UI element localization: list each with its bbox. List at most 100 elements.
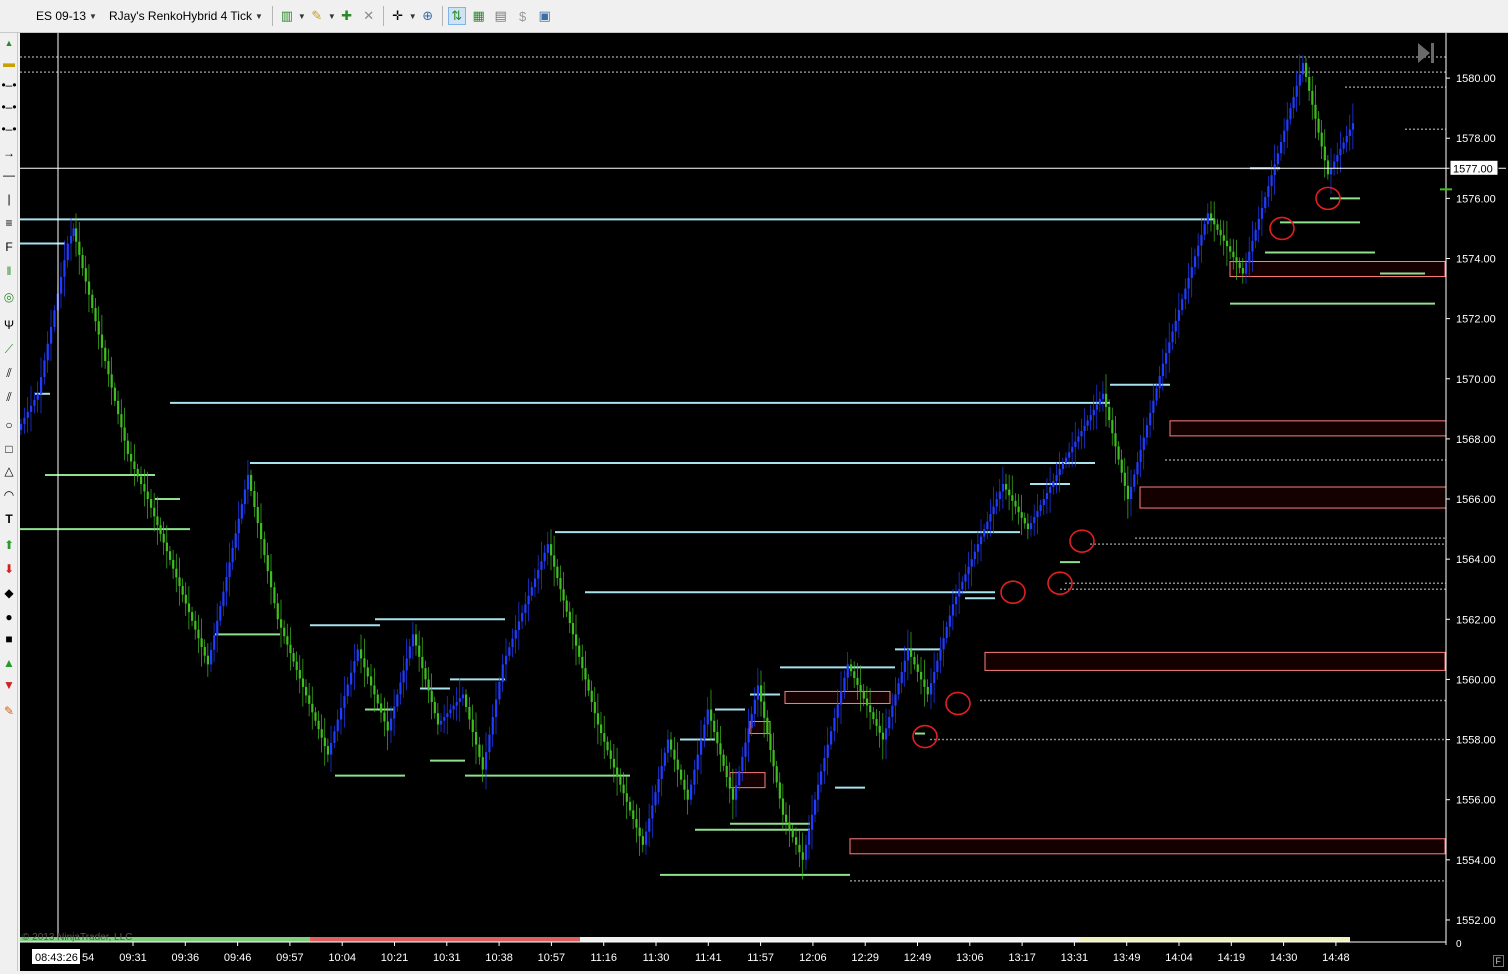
- pencil-icon[interactable]: ✎: [308, 7, 326, 25]
- renko-down-bar: [616, 767, 619, 777]
- renko-up-bar: [243, 489, 247, 505]
- renko-up-bar: [939, 649, 942, 661]
- renko-up-bar: [1197, 245, 1200, 257]
- renko-up-bar: [485, 752, 488, 770]
- renko-up-bar: [980, 536, 983, 545]
- rectangle-icon[interactable]: □: [0, 439, 18, 459]
- renko-up-bar: [350, 672, 353, 685]
- dot-icon[interactable]: ●: [0, 607, 18, 627]
- triangle-icon[interactable]: △: [0, 461, 18, 481]
- remove-indicator-icon[interactable]: ✕: [360, 7, 378, 25]
- price-chart[interactable]: 1580.00 1578.00 1576.00 1574.00 1572.00 1570.…: [20, 33, 1508, 971]
- renko-down-bar: [197, 629, 200, 639]
- renko-down-bar: [110, 374, 113, 388]
- gann-fan-icon[interactable]: ⟋: [0, 339, 18, 359]
- renko-up-bar: [1351, 123, 1355, 130]
- andrews-pitchfork-icon[interactable]: Ψ: [0, 315, 18, 335]
- renko-down-bar: [612, 758, 616, 768]
- renko-up-bar: [986, 521, 989, 530]
- renko-down-bar: [100, 334, 104, 348]
- renko-up-bar: [1339, 148, 1342, 156]
- ruler-icon[interactable]: ▬: [0, 53, 18, 73]
- renko-up-bar: [495, 699, 498, 718]
- text-icon[interactable]: T: [0, 509, 18, 529]
- crosshair-icon[interactable]: ✛: [389, 7, 407, 25]
- trend-channel-icon[interactable]: ⫽: [0, 387, 18, 407]
- diamond-icon[interactable]: ◆: [0, 583, 18, 603]
- triangle-down-icon[interactable]: ▼: [0, 675, 18, 695]
- window-icon[interactable]: ▣: [536, 7, 554, 25]
- renko-up-bar: [903, 660, 906, 672]
- regression-channel-icon[interactable]: ⫽: [0, 363, 18, 383]
- zoom-icon[interactable]: ⊕: [419, 7, 437, 25]
- y-tick-label: 1564.00: [1456, 554, 1496, 566]
- arrow-down-icon[interactable]: ⬇: [0, 559, 18, 579]
- renko-down-bar: [869, 705, 872, 713]
- chart-trader-icon[interactable]: ⇅: [447, 7, 466, 25]
- risk-reward-icon[interactable]: •–•: [0, 75, 18, 95]
- ellipse-icon[interactable]: ○: [0, 415, 18, 435]
- renko-up-bar: [1058, 468, 1061, 475]
- renko-down-bar: [370, 676, 373, 686]
- square-icon[interactable]: ■: [0, 629, 18, 649]
- renko-up-bar: [1286, 119, 1289, 131]
- chart-style-icon[interactable]: ▥: [278, 7, 296, 25]
- ray-icon[interactable]: •–•: [0, 119, 18, 139]
- scroll-up-icon[interactable]: ▲: [0, 33, 18, 53]
- renko-up-bar: [488, 734, 491, 753]
- renko-down-bar: [673, 749, 676, 760]
- renko-down-bar: [156, 516, 159, 526]
- triangle-up-icon[interactable]: ▲: [0, 653, 18, 673]
- renko-down-bar: [1305, 63, 1308, 77]
- renko-down-bar: [250, 474, 253, 492]
- dollar-icon[interactable]: $: [514, 7, 532, 25]
- renko-up-bar: [738, 771, 741, 786]
- renko-up-bar: [452, 705, 455, 710]
- instrument-selector[interactable]: ES 09-13 ▼: [30, 4, 103, 28]
- fibonacci-circle-icon[interactable]: ◎: [0, 287, 18, 307]
- renko-down-bar: [153, 507, 156, 517]
- arc-icon[interactable]: ◠: [0, 485, 18, 505]
- bar-type-selector[interactable]: RJay's RenkoHybrid 4 Tick ▼: [103, 4, 269, 28]
- renko-down-bar: [1026, 523, 1030, 530]
- renko-down-bar: [311, 703, 314, 713]
- y-tick-label: 1556.00: [1456, 795, 1496, 807]
- chevron-down-icon[interactable]: ▼: [409, 12, 417, 21]
- scroll-to-end-icon[interactable]: [1418, 43, 1430, 63]
- fibonacci-extension-icon[interactable]: F: [0, 237, 18, 257]
- renko-up-bar: [1200, 234, 1203, 246]
- renko-up-bar: [900, 671, 903, 684]
- dotted-levels: [20, 56, 1446, 882]
- horizontal-line-icon[interactable]: —: [0, 165, 18, 185]
- renko-up-bar: [1251, 240, 1254, 252]
- renko-up-bar: [501, 664, 504, 682]
- renko-up-bar: [1077, 436, 1080, 442]
- strategy-icon[interactable]: ▦: [470, 7, 488, 25]
- renko-up-bar: [1142, 437, 1145, 450]
- fibonacci-time-icon[interactable]: ‖: [0, 261, 18, 281]
- toolbar-separator: [271, 6, 273, 26]
- renko-up-bar: [1071, 446, 1074, 453]
- fibonacci-retracement-icon[interactable]: ≡: [0, 213, 18, 233]
- chevron-down-icon[interactable]: ▼: [298, 12, 306, 21]
- arrow-line-icon[interactable]: →: [0, 143, 18, 163]
- renko-up-bar: [508, 647, 511, 656]
- x-tick-label: 09:46: [224, 952, 252, 964]
- renko-down-bar: [584, 668, 587, 680]
- renko-up-bar: [1193, 256, 1197, 268]
- chevron-down-icon[interactable]: ▼: [328, 12, 336, 21]
- renko-down-bar: [136, 468, 139, 477]
- renko-down-bar: [386, 721, 389, 731]
- bar-type-label: RJay's RenkoHybrid 4 Tick: [108, 9, 252, 23]
- properties-icon[interactable]: ▤: [492, 7, 510, 25]
- add-indicator-icon[interactable]: ✚: [338, 7, 356, 25]
- remove-drawings-icon[interactable]: ✎: [0, 701, 18, 721]
- vertical-line-icon[interactable]: |: [0, 189, 18, 209]
- renko-up-bar: [1333, 161, 1336, 168]
- line-icon[interactable]: •–•: [0, 97, 18, 117]
- renko-up-bar: [219, 606, 222, 621]
- chart-canvas[interactable]: 1580.00 1578.00 1576.00 1574.00 1572.00 1570.…: [20, 33, 1508, 971]
- renko-up-bar: [225, 576, 228, 592]
- renko-up-bar: [805, 844, 808, 860]
- arrow-up-icon[interactable]: ⬆: [0, 535, 18, 555]
